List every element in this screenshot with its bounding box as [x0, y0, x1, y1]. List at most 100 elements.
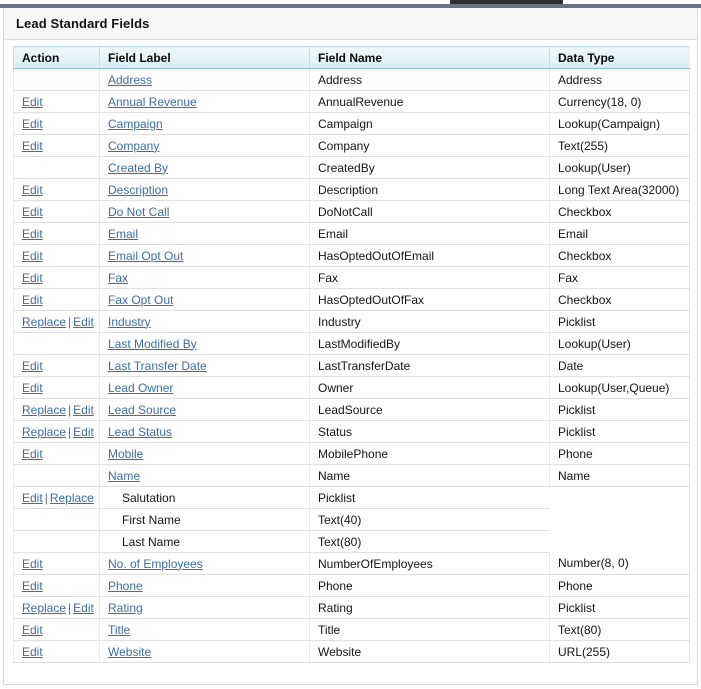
cell-field-label: Company: [99, 134, 310, 157]
edit-link[interactable]: Edit: [22, 491, 43, 505]
cell-field-label: Rating: [99, 596, 310, 619]
table-row: Edit Annual Revenue AnnualRevenue Currency(…: [13, 90, 690, 113]
cell-field-name: HasOptedOutOfFax: [309, 288, 550, 311]
field-label-link[interactable]: Lead Source: [108, 403, 176, 417]
table-row: Edit Fax Fax Fax: [13, 266, 690, 289]
replace-link[interactable]: Replace: [22, 403, 66, 417]
cell-action: Edit | Replace: [13, 486, 100, 509]
replace-link[interactable]: Replace: [50, 491, 94, 505]
field-name-text: Campaign: [318, 116, 373, 131]
edit-link[interactable]: Edit: [22, 557, 43, 571]
cell-field-label: Created By: [99, 156, 310, 179]
edit-link[interactable]: Edit: [22, 293, 43, 307]
data-type-text: Name: [558, 468, 591, 483]
edit-link[interactable]: Edit: [22, 381, 43, 395]
field-label-link[interactable]: Phone: [108, 579, 143, 593]
field-name-text: Company: [318, 138, 370, 153]
edit-link[interactable]: Edit: [22, 227, 43, 241]
field-label-link[interactable]: Title: [108, 623, 130, 637]
table-row: Edit Description Description Long Text Area…: [13, 178, 690, 201]
column-header-field-name: Field Name: [309, 46, 550, 69]
cell-data-type: Lookup(User): [549, 156, 690, 179]
field-label-link[interactable]: Website: [108, 645, 151, 659]
cell-field-label: Do Not Call: [99, 200, 310, 223]
edit-link[interactable]: Edit: [22, 249, 43, 263]
field-label-link[interactable]: No. of Employees: [108, 557, 203, 571]
edit-link[interactable]: Edit: [73, 315, 94, 329]
field-label-link[interactable]: Address: [108, 73, 152, 87]
cell-field-label: Annual Revenue: [99, 90, 310, 113]
cell-action: [13, 68, 100, 91]
data-type-text: Long Text Area(32000): [558, 182, 680, 197]
cell-data-type: Address: [549, 68, 690, 91]
cell-field-name: Description: [309, 178, 550, 201]
field-label-link[interactable]: Description: [108, 183, 168, 197]
cell-field-name: Email: [309, 222, 550, 245]
edit-link[interactable]: Edit: [22, 139, 43, 153]
field-label-link[interactable]: Industry: [108, 315, 151, 329]
replace-link[interactable]: Replace: [22, 601, 66, 615]
cell-data-type: Phone: [549, 574, 690, 597]
cell-data-type: Lookup(User): [549, 332, 690, 355]
edit-link[interactable]: Edit: [22, 645, 43, 659]
cell-data-type: Text(80): [549, 618, 690, 641]
cell-action: Edit: [13, 244, 100, 267]
field-label-link[interactable]: Created By: [108, 161, 168, 175]
field-label-link[interactable]: Lead Owner: [108, 381, 173, 395]
table-row: Replace | Edit Lead Source LeadSource Picklis…: [13, 398, 690, 421]
cell-action: [13, 156, 100, 179]
field-label-link[interactable]: Company: [108, 139, 159, 153]
edit-link[interactable]: Edit: [22, 359, 43, 373]
field-label-link[interactable]: Last Transfer Date: [108, 359, 207, 373]
edit-link[interactable]: Edit: [22, 205, 43, 219]
edit-link[interactable]: Edit: [73, 601, 94, 615]
cell-field-name: Status: [309, 420, 550, 443]
table-row: Edit Company Company Text(255): [13, 134, 690, 157]
data-type-text: Text(80): [558, 622, 602, 637]
field-label-link[interactable]: Last Modified By: [108, 337, 197, 351]
edit-link[interactable]: Edit: [22, 183, 43, 197]
edit-link[interactable]: Edit: [73, 425, 94, 439]
edit-link[interactable]: Edit: [22, 271, 43, 285]
cell-field-label: Description: [99, 178, 310, 201]
field-label-link[interactable]: Email Opt Out: [108, 249, 183, 263]
field-label-link[interactable]: Email: [108, 227, 138, 241]
table-row: Edit Website Website URL(255): [13, 640, 690, 663]
field-label-link[interactable]: Campaign: [108, 117, 163, 131]
data-type-text: Lookup(Campaign): [558, 116, 661, 131]
edit-link[interactable]: Edit: [73, 403, 94, 417]
data-type-text: URL(255): [558, 644, 611, 659]
table-container: Action Field Label Field Name Data Type …: [4, 40, 697, 663]
cell-data-type: Checkbox: [549, 244, 690, 267]
replace-link[interactable]: Replace: [22, 315, 66, 329]
cell-data-type: Picklist: [549, 310, 690, 333]
data-type-text: Text(255): [558, 138, 609, 153]
field-name-text: Rating: [318, 600, 353, 615]
replace-link[interactable]: Replace: [22, 425, 66, 439]
edit-link[interactable]: Edit: [22, 623, 43, 637]
field-label-link[interactable]: Name: [108, 469, 140, 483]
cell-field-label: Website: [99, 640, 310, 663]
field-label-link[interactable]: Fax: [108, 271, 128, 285]
cell-action: Replace | Edit: [13, 310, 100, 333]
field-label-link[interactable]: Annual Revenue: [108, 95, 197, 109]
edit-link[interactable]: Edit: [22, 447, 43, 461]
field-label-link[interactable]: Rating: [108, 601, 143, 615]
edit-link[interactable]: Edit: [22, 117, 43, 131]
edit-link[interactable]: Edit: [22, 579, 43, 593]
field-label-link[interactable]: Mobile: [108, 447, 143, 461]
field-name-text: Email: [318, 226, 349, 241]
edit-link[interactable]: Edit: [22, 95, 43, 109]
cell-action: Edit: [13, 178, 100, 201]
data-type-text: Date: [558, 358, 584, 373]
column-header-data-type: Data Type: [549, 46, 690, 69]
cell-action: [13, 508, 100, 531]
field-label-link[interactable]: Fax Opt Out: [108, 293, 173, 307]
field-name-text: Owner: [318, 380, 354, 395]
cell-field-label: Last Modified By: [99, 332, 310, 355]
data-type-text: Picklist: [558, 314, 596, 329]
data-type-text: Phone: [558, 446, 593, 461]
cell-action: Edit: [13, 574, 100, 597]
field-label-link[interactable]: Do Not Call: [108, 205, 169, 219]
field-label-link[interactable]: Lead Status: [108, 425, 172, 439]
